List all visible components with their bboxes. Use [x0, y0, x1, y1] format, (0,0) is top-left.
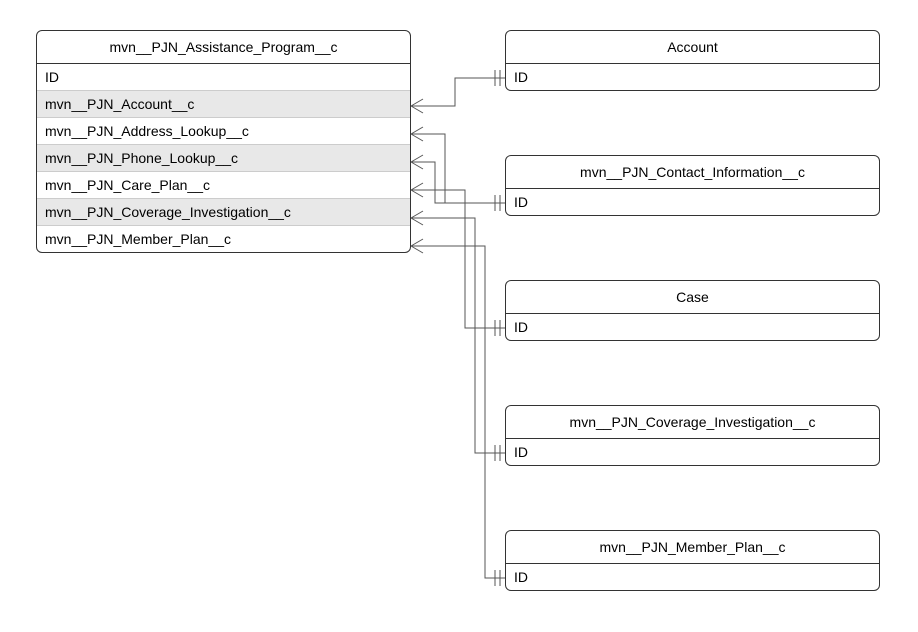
- field-id: ID: [506, 314, 879, 340]
- entity-member-plan: mvn__PJN_Member_Plan__c ID: [505, 530, 880, 591]
- field-account: mvn__PJN_Account__c: [37, 91, 410, 118]
- entity-assistance-program: mvn__PJN_Assistance_Program__c ID mvn__P…: [36, 30, 411, 253]
- entity-title: mvn__PJN_Member_Plan__c: [506, 531, 879, 564]
- entity-title: mvn__PJN_Contact_Information__c: [506, 156, 879, 189]
- field-member-plan: mvn__PJN_Member_Plan__c: [37, 226, 410, 252]
- entity-case: Case ID: [505, 280, 880, 341]
- field-id: ID: [506, 64, 879, 90]
- field-address-lookup: mvn__PJN_Address_Lookup__c: [37, 118, 410, 145]
- entity-account: Account ID: [505, 30, 880, 91]
- entity-coverage-investigation: mvn__PJN_Coverage_Investigation__c ID: [505, 405, 880, 466]
- field-id: ID: [506, 189, 879, 215]
- entity-title: mvn__PJN_Coverage_Investigation__c: [506, 406, 879, 439]
- field-care-plan: mvn__PJN_Care_Plan__c: [37, 172, 410, 199]
- field-coverage-investigation: mvn__PJN_Coverage_Investigation__c: [37, 199, 410, 226]
- field-id: ID: [506, 439, 879, 465]
- field-id: ID: [37, 64, 410, 91]
- entity-contact-information: mvn__PJN_Contact_Information__c ID: [505, 155, 880, 216]
- entity-title: Account: [506, 31, 879, 64]
- entity-title: Case: [506, 281, 879, 314]
- field-id: ID: [506, 564, 879, 590]
- field-phone-lookup: mvn__PJN_Phone_Lookup__c: [37, 145, 410, 172]
- entity-title: mvn__PJN_Assistance_Program__c: [37, 31, 410, 64]
